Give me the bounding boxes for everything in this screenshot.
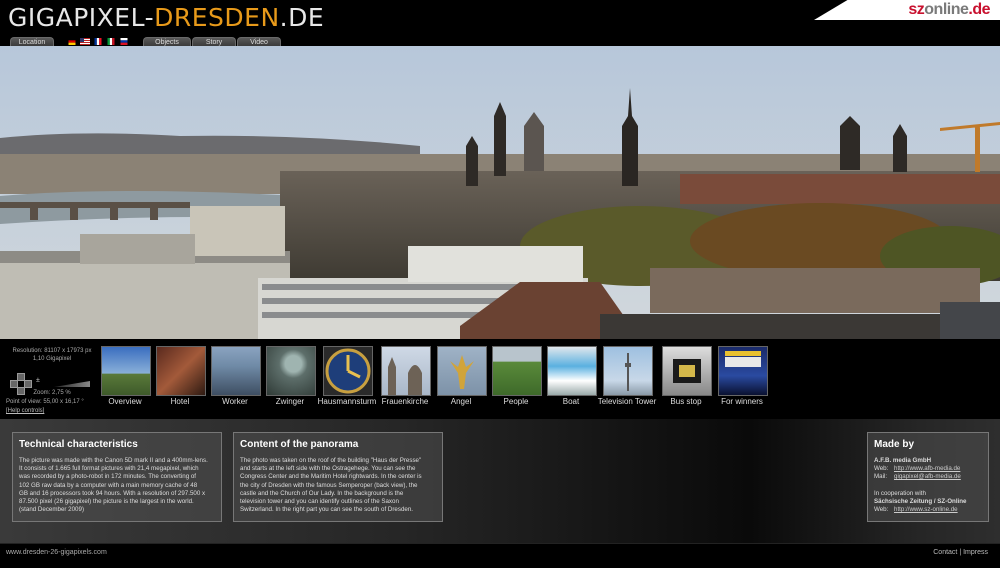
technical-line: The picture was made with the Canon 5D m… <box>19 457 208 464</box>
thumb-hotel[interactable] <box>156 346 206 396</box>
company-web-link[interactable]: http://www.afb-media.de <box>894 465 960 472</box>
partner-text-3: .de <box>968 1 990 18</box>
partner-text-2: online <box>924 1 969 18</box>
technical-line: was recorded by a photo-robot in 172 min… <box>19 473 197 481</box>
usa-flag-icon[interactable] <box>80 38 90 45</box>
russia-flag-icon[interactable] <box>119 38 129 45</box>
content-line: Congress Center and the Maritim Hotel ri… <box>240 473 422 481</box>
made-by-title: Made by <box>874 439 915 450</box>
partner-logo-text[interactable]: szonline.de <box>908 0 990 20</box>
mail-label: Mail: <box>874 473 888 481</box>
resolution-text: Resolution: 81107 x 17973 px <box>12 348 92 354</box>
thumb-worker[interactable] <box>211 346 261 396</box>
logo-text-1: GIGAPIXEL- <box>8 3 155 32</box>
thumb-frauenkirche[interactable] <box>381 346 431 396</box>
impress-link[interactable]: Impress <box>963 549 988 556</box>
panorama-viewer[interactable] <box>0 46 1000 339</box>
web2-label: Web: <box>874 506 889 514</box>
germany-flag-icon[interactable] <box>67 38 77 45</box>
thumb-overview[interactable] <box>101 346 151 396</box>
info-area: Technical characteristics The picture wa… <box>0 419 1000 543</box>
site-logo[interactable]: GIGAPIXEL-DRESDEN.DE <box>8 4 324 32</box>
thumb-hausmannsturm[interactable] <box>323 346 373 396</box>
made-by-box: Made by A.F.B. media GmbH Web: http://www… <box>867 432 989 522</box>
content-line: The photo was taken on the roof of the b… <box>240 457 422 464</box>
angel-icon <box>450 355 474 389</box>
technical-line: 87.500 pixel (26 gigapixel) the picture … <box>19 498 194 506</box>
footer: www.dresden-26-gigapixels.com Contact | … <box>0 543 1000 568</box>
zoom-text: Zoom: 2,75 % <box>33 390 71 396</box>
content-text: The photo was taken on the roof of the b… <box>240 457 422 514</box>
technical-text: The picture was made with the Canon 5D m… <box>19 457 208 514</box>
arrow-right-icon[interactable] <box>24 380 32 388</box>
panorama-image[interactable] <box>0 46 1000 339</box>
cooperation-text: In cooperation with <box>874 489 926 497</box>
logo-text-3: .DE <box>279 3 325 32</box>
technical-line: (stand December 2009) <box>19 506 85 514</box>
help-controls-link[interactable]: [Help controls] <box>6 407 44 415</box>
thumb-zwinger[interactable] <box>266 346 316 396</box>
technical-line: GB and 16 processors took 94 hours. With… <box>19 489 206 497</box>
zoom-slider[interactable] <box>54 381 90 387</box>
content-line: Switzerland. In the right part you can s… <box>240 506 414 514</box>
thumb-people[interactable] <box>492 346 542 396</box>
clock-icon <box>325 348 371 394</box>
objects-strip: Resolution: 81107 x 17973 px 1,10 Gigapi… <box>0 339 1000 419</box>
company-name: A.F.B. media GmbH <box>874 457 932 464</box>
logo-text-2: DRESDEN <box>154 3 280 32</box>
viewer-controls: Resolution: 81107 x 17973 px 1,10 Gigapi… <box>6 347 98 414</box>
content-line: castle and the Church of Our Lady. In th… <box>240 489 404 497</box>
zoom-plus-minus-icon[interactable]: ± <box>36 377 46 387</box>
italy-flag-icon[interactable] <box>106 38 116 45</box>
technical-box: Technical characteristics The picture wa… <box>12 432 222 522</box>
content-line: the city of Dresden with the famous Semp… <box>240 481 418 489</box>
partner-text-1: sz <box>908 1 925 18</box>
contact-link[interactable]: Contact <box>933 549 957 556</box>
content-box: Content of the panorama The photo was ta… <box>233 432 443 522</box>
thumb-bus-stop[interactable] <box>662 346 712 396</box>
thumb-television-tower[interactable] <box>603 346 653 396</box>
thumb-angel[interactable] <box>437 346 487 396</box>
partner-web-link[interactable]: http://www.sz-online.de <box>894 506 958 513</box>
content-title: Content of the panorama <box>240 439 359 450</box>
thumb-label-for-winners[interactable]: For winners <box>707 397 777 406</box>
thumb-for-winners[interactable] <box>718 346 768 396</box>
footer-links: Contact | Impress <box>933 549 988 556</box>
web-label: Web: <box>874 465 889 473</box>
thumb-boat[interactable] <box>547 346 597 396</box>
gigapixel-text: 1,10 Gigapixel <box>32 356 72 362</box>
header: GIGAPIXEL-DRESDEN.DE Location Objects St… <box>0 0 1000 48</box>
footer-url[interactable]: www.dresden-26-gigapixels.com <box>6 549 107 556</box>
technical-title: Technical characteristics <box>19 439 138 450</box>
church-icon <box>388 357 422 395</box>
tower-icon <box>625 353 631 391</box>
technical-line: 102 GB raw data by a computer with a mai… <box>19 481 198 489</box>
company-mail-link[interactable]: gigapixel@afb-media.de <box>894 473 961 480</box>
france-flag-icon[interactable] <box>93 38 103 45</box>
cooperation-partner: Sächsische Zeitung / SZ-Online <box>874 497 967 505</box>
content-line: television tower and you can identify ou… <box>240 498 399 506</box>
winners-icon <box>725 351 761 367</box>
bus-stop-icon <box>673 359 701 383</box>
content-line: and starts at the left side with the Ost… <box>240 465 416 473</box>
technical-line: It consists of 1.665 full format picture… <box>19 465 199 473</box>
